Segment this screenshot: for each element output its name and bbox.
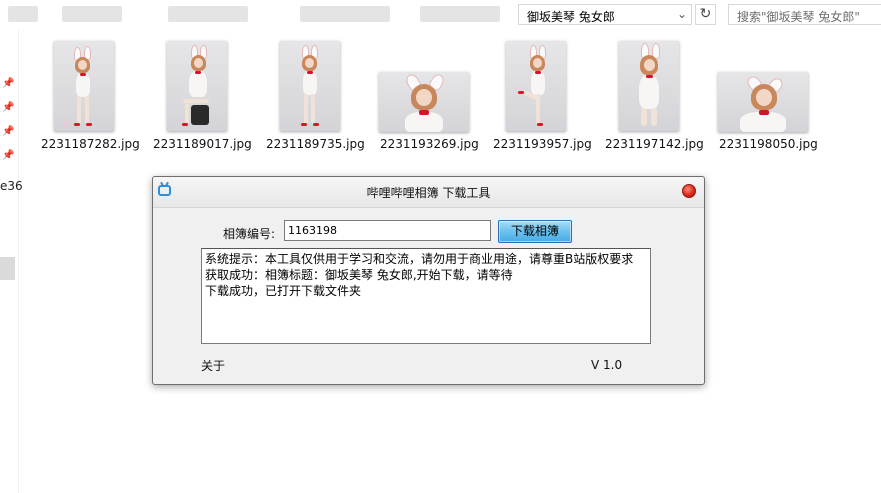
blurred-breadcrumb <box>300 6 390 22</box>
blurred-breadcrumb <box>168 6 248 22</box>
dialog-titlebar[interactable]: 哔哩哔哩相簿 下载工具 <box>153 177 704 208</box>
log-output[interactable]: 系统提示：本工具仅供用于学习和交流，请勿用于商业用途，请尊重B站版权要求 获取成… <box>201 248 651 344</box>
thumbnail-image <box>506 41 566 131</box>
thumbnail-image <box>619 41 679 131</box>
pin-icon[interactable]: 📌 <box>2 150 14 161</box>
pin-icon[interactable]: 📌 <box>2 102 14 113</box>
album-id-label: 相簿编号: <box>223 227 276 241</box>
pin-icon[interactable]: 📌 <box>2 78 14 89</box>
thumbnail-image <box>167 41 227 131</box>
address-bar[interactable]: 御坂美琴 兔女郎 ⌄ <box>518 4 692 25</box>
thumbnail-image <box>280 41 340 131</box>
thumbnail-image <box>718 72 808 132</box>
file-name: 2231197142.jpg <box>605 137 704 151</box>
nav-selected-item[interactable] <box>0 257 15 280</box>
file-name: 2231187282.jpg <box>41 137 140 151</box>
blurred-breadcrumb <box>8 6 38 22</box>
pin-icon[interactable]: 📌 <box>2 126 14 137</box>
address-text: 御坂美琴 兔女郎 <box>527 10 615 24</box>
album-id-input[interactable] <box>284 220 491 241</box>
download-tool-dialog: 哔哩哔哩相簿 下载工具 相簿编号: 下载相簿 系统提示：本工具仅供用于学习和交流… <box>152 176 705 385</box>
download-album-button[interactable]: 下载相簿 <box>498 220 572 243</box>
blurred-breadcrumb <box>420 6 500 22</box>
file-name: 2231193269.jpg <box>380 137 479 151</box>
refresh-icon[interactable]: ↻ <box>695 4 716 25</box>
file-name: 2231189017.jpg <box>153 137 252 151</box>
thumbnail-image <box>54 41 114 131</box>
log-line: 下载成功，已打开下载文件夹 <box>205 284 362 298</box>
explorer-toolbar: 御坂美琴 兔女郎 ⌄ ↻ 搜索"御坂美琴 兔女郎" <box>0 0 881 30</box>
version-label: V 1.0 <box>591 358 623 372</box>
thumbnail-image <box>379 72 469 132</box>
chevron-down-icon[interactable]: ⌄ <box>677 7 687 21</box>
log-line: 系统提示：本工具仅供用于学习和交流，请勿用于商业用途，请尊重B站版权要求 <box>205 252 634 266</box>
search-placeholder: 搜索"御坂美琴 兔女郎" <box>737 10 860 24</box>
search-input[interactable]: 搜索"御坂美琴 兔女郎" <box>728 4 881 25</box>
dialog-title: 哔哩哔哩相簿 下载工具 <box>366 186 491 200</box>
about-link[interactable]: 关于 <box>201 357 225 374</box>
file-name: 2231193957.jpg <box>493 137 592 151</box>
close-icon[interactable] <box>682 184 696 198</box>
file-name: 2231198050.jpg <box>719 137 818 151</box>
log-line: 获取成功：相簿标题：御坂美琴 兔女郎,开始下载，请等待 <box>205 268 513 282</box>
nav-item-fragment[interactable]: e36 <box>0 179 23 193</box>
file-name: 2231189735.jpg <box>266 137 365 151</box>
blurred-breadcrumb <box>62 6 122 22</box>
